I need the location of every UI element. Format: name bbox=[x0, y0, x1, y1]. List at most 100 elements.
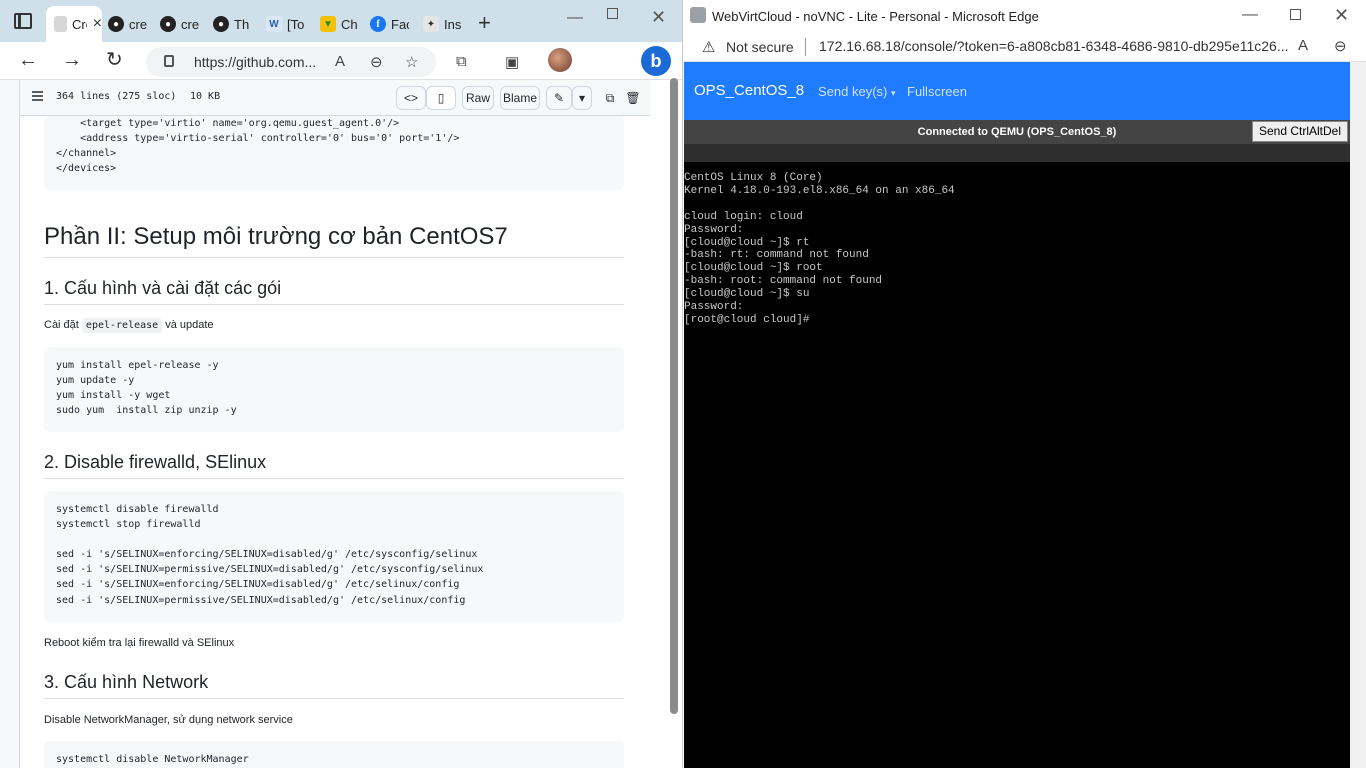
vm-name[interactable]: OPS_CentOS_8 bbox=[694, 82, 804, 99]
console-line: Password: bbox=[684, 301, 744, 314]
facebook-icon: f bbox=[370, 16, 386, 32]
connection-status: Connected to QEMU (OPS_CentOS_8) bbox=[917, 126, 1117, 138]
zoom-out-icon[interactable]: ⊖ bbox=[1334, 37, 1347, 55]
favorite-icon[interactable]: ☆ bbox=[405, 53, 418, 71]
code-line: sed -i 's/SELINUX=enforcing/SELINUX=disa… bbox=[56, 579, 460, 590]
raw-button[interactable]: Raw bbox=[462, 86, 494, 110]
right-browser-window: WebVirtCloud - noVNC - Lite - Personal -… bbox=[684, 0, 1366, 768]
forward-button[interactable]: → bbox=[62, 50, 82, 70]
minimize-button[interactable]: — bbox=[567, 9, 583, 27]
outline-menu-icon[interactable] bbox=[32, 91, 43, 101]
paragraph-reboot: Reboot kiểm tra lại firewalld và SElinux bbox=[44, 637, 235, 649]
tab-4[interactable]: W [To bbox=[258, 6, 314, 42]
code-line: systemctl disable NetworkManager bbox=[56, 754, 249, 765]
code-line: </devices> bbox=[56, 163, 117, 174]
code-line: sed -i 's/SELINUX=permissive/SELINUX=dis… bbox=[56, 595, 466, 606]
lock-icon bbox=[164, 55, 174, 67]
divider bbox=[44, 478, 624, 479]
collections-icon[interactable]: ▣ bbox=[505, 53, 519, 71]
code-line: sed -i 's/SELINUX=permissive/SELINUX=dis… bbox=[56, 564, 484, 575]
code-view-button[interactable]: <> bbox=[396, 86, 426, 110]
code-block-selinux: systemctl disable firewalld systemctl st… bbox=[44, 491, 624, 622]
tab-label: Ch bbox=[341, 16, 358, 32]
console-line: cloud login: cloud bbox=[684, 210, 803, 223]
heading-section-2: 2. Disable firewalld, SElinux bbox=[44, 452, 267, 472]
send-ctrlaltdel-button[interactable]: Send CtrlAltDel bbox=[1252, 121, 1348, 142]
console-line: -bash: rt: command not found bbox=[684, 249, 869, 262]
close-window-button[interactable]: ✕ bbox=[1334, 5, 1349, 26]
page-scrollbar[interactable] bbox=[1350, 62, 1366, 768]
side-gutter bbox=[0, 80, 20, 768]
close-window-button[interactable]: ✕ bbox=[651, 7, 666, 28]
tab-1[interactable]: ● cre bbox=[100, 6, 156, 42]
code-block-yum: yum install epel-release -y yum update -… bbox=[44, 347, 624, 432]
vm-console[interactable]: CentOS Linux 8 (Core) Kernel 4.18.0-193.e… bbox=[684, 172, 1350, 327]
github-icon: ● bbox=[213, 16, 229, 32]
file-size: 10 KB bbox=[190, 91, 221, 102]
tab-2[interactable]: ● cre bbox=[152, 6, 208, 42]
blame-button[interactable]: Blame bbox=[500, 86, 540, 110]
back-button[interactable]: ← bbox=[18, 50, 38, 70]
console-line: [root@cloud cloud]# bbox=[684, 313, 810, 326]
warning-icon: ⚠ bbox=[702, 39, 716, 56]
novnc-viewport: OPS_CentOS_8 Send key(s) ▾ Fullscreen Co… bbox=[684, 62, 1350, 768]
zoom-out-icon[interactable]: ⊖ bbox=[370, 53, 383, 71]
maximize-button[interactable] bbox=[607, 8, 618, 19]
url-text: https://github.com... bbox=[194, 54, 317, 70]
copy-icon[interactable]: ⧉ bbox=[600, 86, 620, 110]
tab-0[interactable]: Cre × bbox=[46, 6, 102, 42]
code-line: <address type='virtio-serial' controller… bbox=[56, 133, 460, 144]
tab-label: cre bbox=[181, 16, 199, 32]
new-tab-button[interactable]: + bbox=[478, 10, 491, 36]
minimize-button[interactable]: — bbox=[1242, 6, 1258, 24]
address-bar[interactable]: https://github.com... bbox=[146, 47, 436, 77]
paragraph-network: Disable NetworkManager, sử dụng network … bbox=[44, 714, 293, 726]
tab-label: Fac bbox=[391, 16, 409, 32]
inline-code: epel-release bbox=[81, 318, 163, 333]
console-line: CentOS Linux 8 (Core) bbox=[684, 172, 823, 184]
w-icon: W bbox=[266, 16, 282, 32]
caret-down-icon: ▾ bbox=[891, 88, 896, 98]
url-text: 172.16.68.18/console/?token=6-a808cb81-6… bbox=[819, 38, 1289, 54]
tab-actions-icon[interactable] bbox=[14, 13, 32, 29]
code-line: </channel> bbox=[56, 148, 117, 159]
preview-button[interactable]: ▯ bbox=[426, 86, 456, 110]
tab-label: Ins bbox=[444, 16, 462, 32]
maximize-button[interactable] bbox=[1290, 9, 1301, 20]
github-icon: ● bbox=[160, 16, 176, 32]
tab-3[interactable]: ● Th bbox=[205, 6, 261, 42]
extensions-icon[interactable]: ⧉ bbox=[456, 53, 467, 70]
tab-6[interactable]: f Fac bbox=[362, 6, 418, 42]
scrollbar-thumb[interactable] bbox=[670, 78, 678, 714]
divider bbox=[44, 257, 624, 258]
fullscreen-link[interactable]: Fullscreen bbox=[907, 84, 967, 99]
status-bar: Connected to QEMU (OPS_CentOS_8) Send Ct… bbox=[684, 120, 1350, 144]
file-header: 364 lines (275 sloc) 10 KB <> ▯ Raw Blam… bbox=[20, 80, 650, 116]
tab-7[interactable]: ✦ Ins bbox=[415, 6, 471, 42]
page-scrollbar[interactable] bbox=[650, 80, 682, 768]
bing-icon[interactable]: b bbox=[641, 46, 671, 76]
code-line: yum install epel-release -y bbox=[56, 360, 219, 371]
avatar[interactable] bbox=[548, 48, 572, 72]
code-line: systemctl disable firewalld bbox=[56, 504, 219, 515]
read-aloud-icon[interactable]: A bbox=[335, 53, 345, 70]
address-bar[interactable]: ⚠ Not secure 172.16.68.18/console/?token… bbox=[684, 32, 1366, 62]
refresh-button[interactable]: ↻ bbox=[106, 50, 123, 70]
trash-icon[interactable]: 🗑 bbox=[623, 86, 643, 110]
heading-part2: Phần II: Setup môi trường cơ bản CentOS7 bbox=[44, 223, 508, 250]
code-line: <target type='virtio' name='org.qemu.gue… bbox=[56, 118, 400, 129]
chevron-down-icon[interactable]: ▾ bbox=[572, 86, 592, 110]
console-line: [cloud@cloud ~]$ su bbox=[684, 288, 810, 301]
code-line: yum install -y wget bbox=[56, 390, 171, 401]
window-title: WebVirtCloud - noVNC - Lite - Personal -… bbox=[712, 9, 1039, 24]
send-keys-dropdown[interactable]: Send key(s) ▾ bbox=[818, 84, 896, 99]
tab-label: Th bbox=[234, 16, 250, 32]
read-aloud-icon[interactable]: A bbox=[1298, 37, 1308, 54]
tab-label: [To bbox=[287, 16, 305, 32]
code-line: sudo yum install zip unzip -y bbox=[56, 405, 237, 416]
tab-5[interactable]: ▼ Ch bbox=[312, 6, 368, 42]
edit-icon[interactable]: ✎ bbox=[546, 86, 572, 110]
app-icon: ✦ bbox=[423, 16, 439, 32]
divider bbox=[805, 38, 806, 56]
console-line: [cloud@cloud ~]$ root bbox=[684, 262, 823, 275]
